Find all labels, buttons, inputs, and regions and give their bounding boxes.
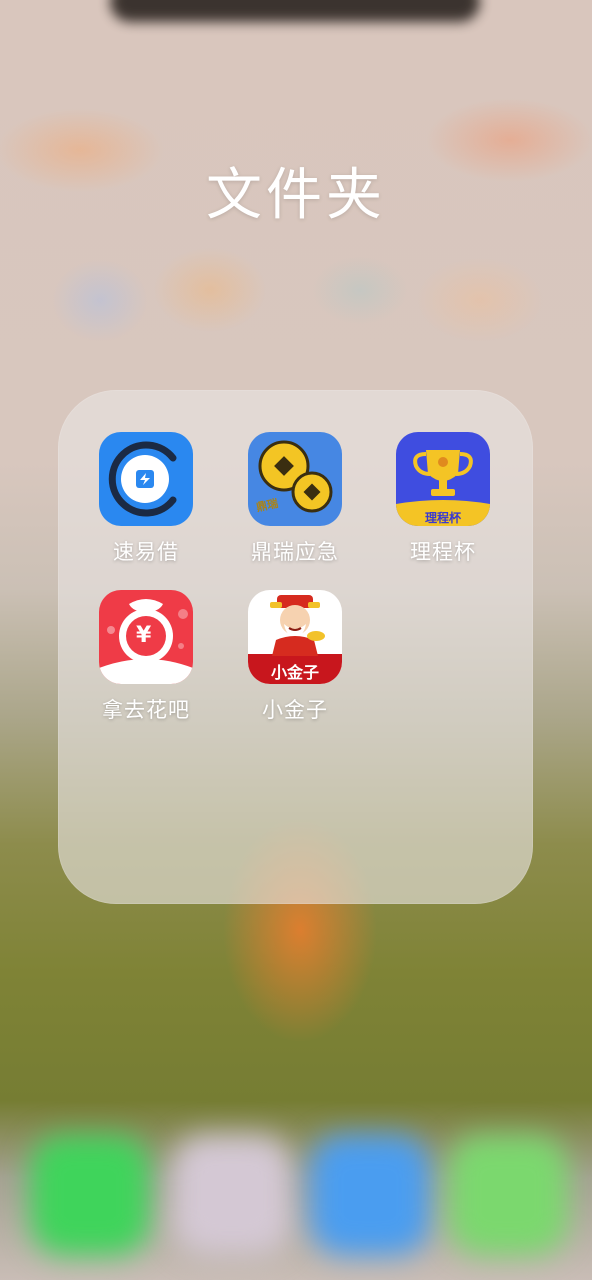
app-lichengbei[interactable]: 理程杯 理程杯 [378, 432, 508, 566]
dock-app-icon [310, 1135, 430, 1255]
folder-title[interactable]: 文件夹 [0, 150, 592, 231]
app-label: 小金子 [262, 698, 328, 722]
dock-app-icon [448, 1135, 568, 1255]
app-suyijie[interactable]: 速易借 [81, 432, 211, 566]
dingrui-coins-icon[interactable]: 鼎瑞 [248, 432, 342, 526]
god-of-wealth-icon[interactable]: 小金子 [248, 590, 342, 684]
app-naquhuaba[interactable]: ¥ 拿去花吧 [81, 590, 211, 724]
yuan-symbol: ¥ [136, 623, 152, 648]
dock-app-icon [172, 1135, 292, 1255]
money-bag-icon[interactable]: ¥ [99, 590, 193, 684]
trophy-icon[interactable]: 理程杯 [396, 432, 490, 526]
app-label: 鼎瑞应急 [251, 540, 339, 564]
app-dingrui[interactable]: 鼎瑞 鼎瑞应急 [230, 432, 360, 566]
suyijie-app-icon[interactable] [99, 432, 193, 526]
app-xiaojinzi[interactable]: 小金子 小金子 [230, 590, 360, 724]
dock-phone-icon [30, 1135, 150, 1255]
status-bar-notch [110, 0, 480, 22]
app-label: 速易借 [113, 540, 179, 564]
app-label: 拿去花吧 [102, 698, 190, 722]
lichengbei-icon-text: 理程杯 [424, 511, 461, 525]
xiaojinzi-icon-text: 小金子 [270, 663, 319, 682]
app-label: 理程杯 [410, 540, 476, 564]
